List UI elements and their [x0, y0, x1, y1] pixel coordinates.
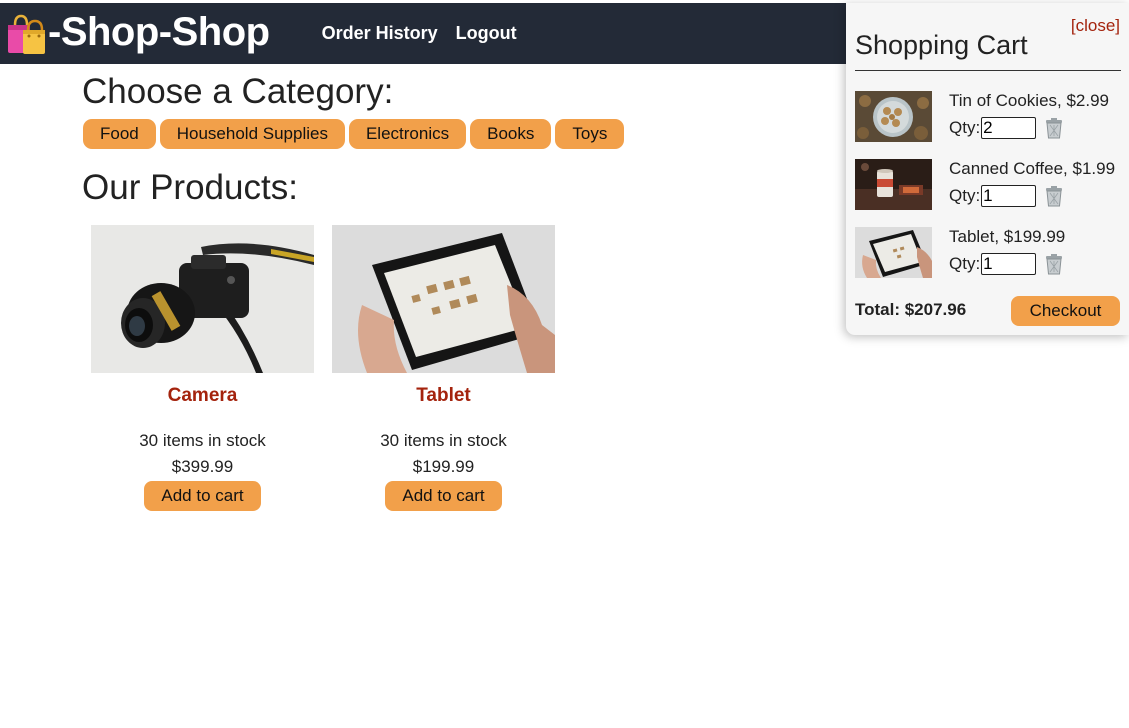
- cart-item-qty-row: Qty:: [949, 117, 1064, 139]
- product-card-tablet: Tablet 30 items in stock $199.99 Add to …: [332, 225, 555, 511]
- cart-divider: [855, 70, 1121, 71]
- product-stock: 30 items in stock: [380, 431, 507, 450]
- cart-item-qty-row: Qty:: [949, 253, 1064, 275]
- category-food-button[interactable]: Food: [83, 119, 156, 149]
- product-name[interactable]: Camera: [91, 385, 314, 409]
- cart-item: Canned Coffee, $1.99 Qty:: [855, 159, 1129, 211]
- qty-label: Qty:: [949, 254, 981, 273]
- trash-icon[interactable]: [1044, 253, 1064, 275]
- qty-input[interactable]: [981, 185, 1037, 207]
- tablet-image[interactable]: [332, 225, 555, 373]
- add-to-cart-button[interactable]: Add to cart: [144, 481, 261, 511]
- product-stock: 30 items in stock: [139, 431, 266, 450]
- qty-input[interactable]: [981, 117, 1037, 139]
- order-history-link[interactable]: Order History: [322, 23, 438, 44]
- category-household-supplies-button[interactable]: Household Supplies: [159, 119, 345, 149]
- product-price: $199.99: [412, 457, 475, 476]
- qty-input[interactable]: [981, 253, 1037, 275]
- category-toys-button[interactable]: Toys: [555, 119, 625, 149]
- cart-total: Total: $207.96: [855, 300, 967, 319]
- logout-link[interactable]: Logout: [456, 23, 517, 44]
- qty-label: Qty:: [949, 186, 981, 205]
- add-to-cart-button[interactable]: Add to cart: [385, 481, 502, 511]
- cart-item-description: Canned Coffee, $1.99: [949, 159, 1116, 178]
- product-card-camera: Camera 30 items in stock $399.99 Add to …: [91, 225, 314, 511]
- brand[interactable]: -Shop-Shop: [6, 10, 270, 56]
- checkout-button[interactable]: Checkout: [1011, 296, 1120, 326]
- coffee-thumbnail: [855, 159, 932, 210]
- qty-label: Qty:: [949, 118, 981, 137]
- category-electronics-button[interactable]: Electronics: [348, 119, 467, 149]
- cart-item-qty-row: Qty:: [949, 185, 1064, 207]
- trash-icon[interactable]: [1044, 117, 1064, 139]
- cart-item-description: Tin of Cookies, $2.99: [949, 91, 1110, 110]
- trash-icon[interactable]: [1044, 185, 1064, 207]
- cart-title: Shopping Cart: [855, 30, 1028, 60]
- tablet-thumbnail: [855, 227, 932, 278]
- close-cart-link[interactable]: [close]: [1071, 16, 1120, 36]
- cookies-thumbnail: [855, 91, 932, 142]
- cart-item: Tablet, $199.99 Qty:: [855, 227, 1129, 279]
- category-list: Food Household Supplies Electronics Book…: [83, 119, 625, 149]
- cart-item: Tin of Cookies, $2.99 Qty:: [855, 91, 1129, 143]
- product-name[interactable]: Tablet: [332, 385, 555, 409]
- category-books-button[interactable]: Books: [470, 119, 552, 149]
- shopping-cart-panel: [close] Shopping Cart Tin of Cookies, $2…: [846, 3, 1129, 335]
- camera-image[interactable]: [91, 225, 314, 373]
- product-price: $399.99: [171, 457, 234, 476]
- cart-item-description: Tablet, $199.99: [949, 227, 1066, 246]
- category-heading: Choose a Category:: [82, 72, 394, 111]
- brand-name: -Shop-Shop: [48, 10, 270, 54]
- main-nav: Order History Logout: [322, 23, 517, 44]
- products-heading: Our Products:: [82, 168, 298, 207]
- shopping-bags-icon: [8, 14, 45, 54]
